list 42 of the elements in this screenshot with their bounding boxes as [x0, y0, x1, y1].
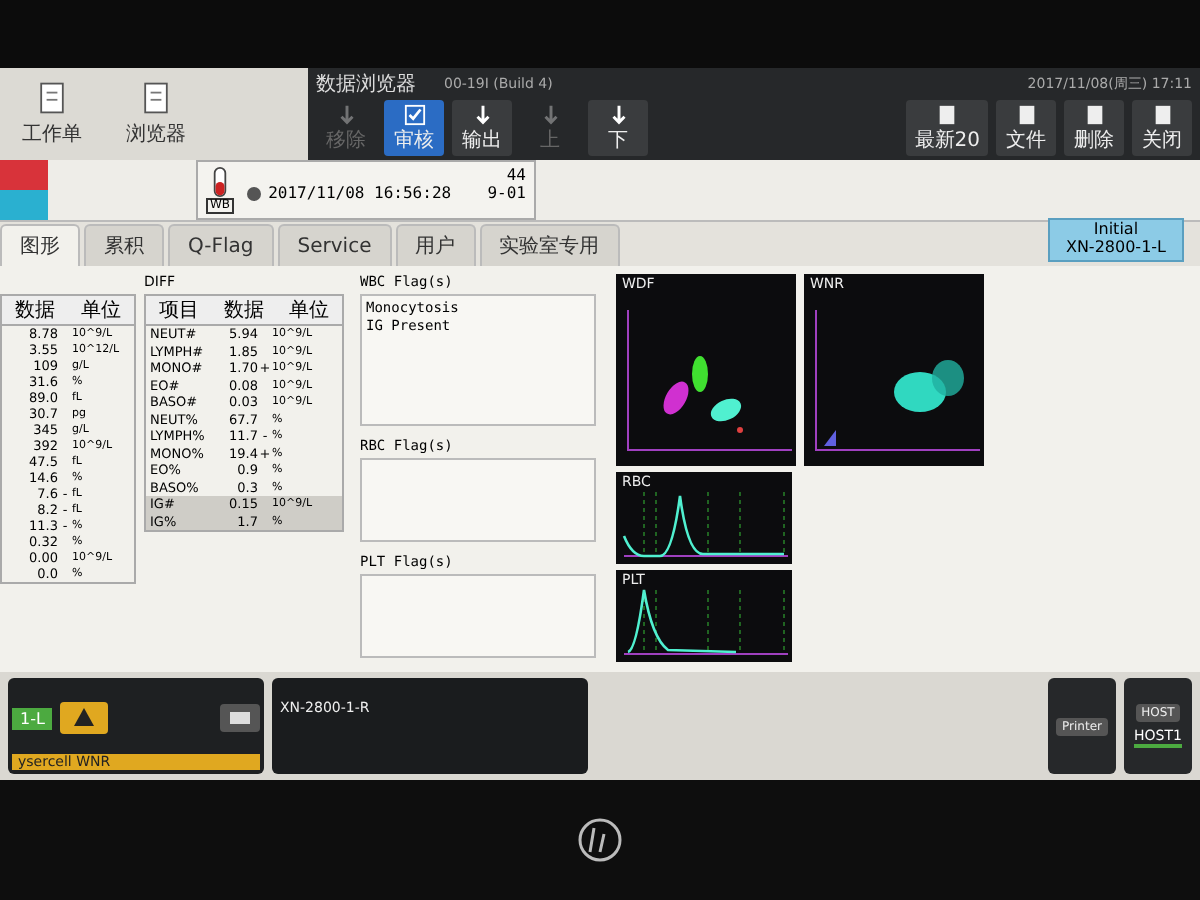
tab[interactable]: 累积 [84, 224, 164, 266]
tab[interactable]: Service [277, 224, 392, 266]
document-icon [1151, 103, 1173, 125]
arrow-icon [539, 103, 561, 125]
document-icon [34, 80, 70, 116]
toolbar-button[interactable]: 输出 [452, 100, 512, 156]
sample-datetime: 2017/11/08 16:56:28 [268, 184, 452, 202]
toolbar-button[interactable]: 浏览器 [104, 68, 208, 160]
tab[interactable]: 用户 [395, 224, 476, 266]
tab[interactable]: 实验室专用 [479, 224, 620, 266]
toolbar-title: 数据浏览器 [316, 71, 416, 98]
document-icon [138, 80, 174, 116]
tab[interactable]: 图形 [0, 224, 80, 266]
toolbar-button[interactable]: 最新20 [906, 100, 988, 156]
document-icon [936, 103, 959, 125]
rack-icon [220, 704, 260, 732]
column-header: 项目 [158, 298, 199, 324]
warning-icon [60, 702, 109, 734]
analyzer-tag: 1-L [12, 707, 53, 729]
column-header: 单位 [81, 297, 121, 324]
status-indicator [0, 160, 48, 220]
toolbar-button[interactable]: 下 [588, 100, 648, 156]
arrow-icon [335, 103, 357, 125]
arrow-icon [471, 103, 493, 125]
sample-number: 44 [506, 166, 526, 184]
arrow-icon [607, 103, 629, 125]
logo-icon [578, 818, 622, 862]
toolbar-button[interactable]: 关闭 [1132, 100, 1192, 156]
checkmark-icon [403, 103, 425, 125]
toolbar-button[interactable]: 删除 [1064, 100, 1124, 156]
toolbar-button[interactable]: 工作单 [0, 68, 104, 160]
column-header: 数据 [15, 298, 55, 324]
column-header: 数据 [223, 298, 264, 324]
toolbar-button[interactable]: 审核 [384, 100, 444, 156]
analyzer-name: XN-2800-1-L [1065, 240, 1166, 258]
document-icon [1015, 103, 1037, 125]
column-header: 单位 [289, 297, 330, 324]
rack-position: 9-01 [487, 184, 526, 202]
toolbar-button[interactable]: 文件 [996, 100, 1056, 156]
badge-title: Initial [1093, 222, 1139, 240]
tab[interactable]: Q-Flag [168, 224, 274, 266]
document-icon [1083, 103, 1105, 125]
